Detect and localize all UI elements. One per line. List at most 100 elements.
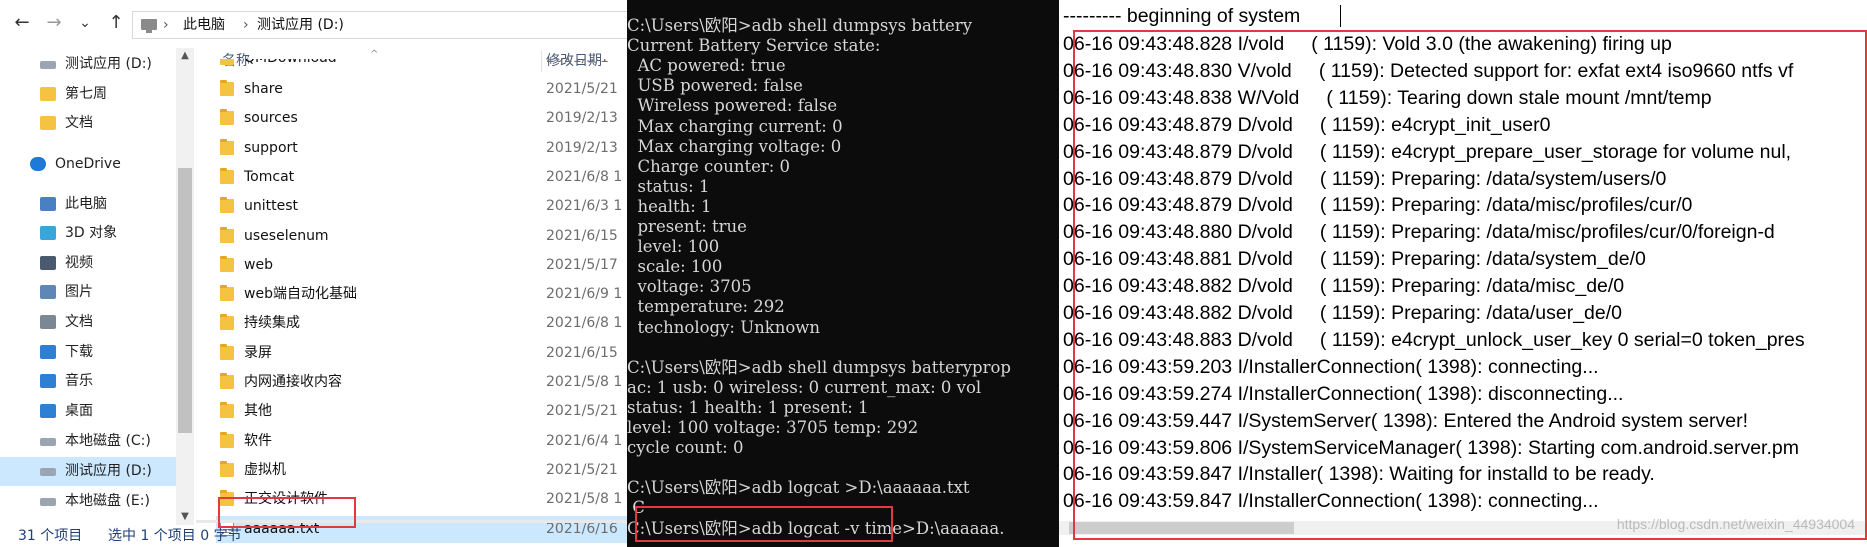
- sidebar-item[interactable]: OneDrive: [0, 150, 176, 179]
- sidebar-item[interactable]: 本地磁盘 (C:): [0, 427, 176, 456]
- scrollbar-thumb[interactable]: [1069, 522, 1294, 534]
- file-row[interactable]: QMDownload 2021/5/1: [216, 59, 627, 77]
- console-line: scale: 100: [627, 257, 723, 277]
- file-row[interactable]: share 2021/5/21: [216, 76, 627, 103]
- scroll-down-arrow-icon[interactable]: ▼: [176, 509, 194, 525]
- breadcrumb-this-pc[interactable]: 此电脑: [183, 12, 225, 38]
- file-list-horizontal-scrollbar[interactable]: [196, 520, 627, 523]
- scrollbar-thumb[interactable]: [178, 168, 192, 433]
- drive-icon: [40, 438, 56, 446]
- file-row[interactable]: unittest 2021/6/3 1: [216, 193, 627, 220]
- file-modified-date: 2021/6/4 1: [546, 432, 623, 449]
- file-row[interactable]: 录屏 2021/6/15: [216, 340, 627, 367]
- sidebar-item[interactable]: 下载: [0, 338, 176, 367]
- file-row[interactable]: Tomcat 2021/6/8 1: [216, 164, 627, 191]
- file-row[interactable]: 持续集成 2021/6/8 1: [216, 310, 627, 337]
- sidebar-item[interactable]: 测试应用 (D:): [0, 50, 176, 79]
- log-line: 06-16 09:43:48.879 D/vold ( 1159): e4cry…: [1063, 113, 1551, 136]
- file-row[interactable]: web 2021/5/17: [216, 252, 627, 279]
- folder-icon: [220, 490, 234, 507]
- sidebar-item[interactable]: 音乐: [0, 367, 176, 396]
- folder-icon: [220, 402, 234, 419]
- drive-icon: [40, 61, 56, 69]
- item-count: 31 个项目: [18, 528, 83, 544]
- file-modified-date: 2019/2/13: [546, 110, 618, 127]
- console-line: status: 1: [627, 176, 710, 196]
- sidebar-item-label: OneDrive: [55, 156, 121, 172]
- sidebar-item-label: 本地磁盘 (E:): [65, 493, 150, 509]
- watermark: https://blog.csdn.net/weixin_44934004: [1616, 516, 1855, 532]
- sidebar-item-label: 文档: [65, 314, 93, 330]
- file-modified-date: 2021/5/21: [546, 403, 618, 420]
- sidebar-item[interactable]: 文档: [0, 109, 176, 138]
- console-line: present: true: [627, 217, 747, 236]
- file-row[interactable]: 虚拟机 2021/5/21: [216, 457, 627, 484]
- sidebar-item[interactable]: 文档: [0, 308, 176, 337]
- sidebar-item-label: 本地磁盘 (C:): [65, 433, 151, 449]
- file-name: QMDownload: [244, 59, 337, 72]
- folder-icon: [220, 343, 234, 360]
- sidebar-item-label: 视频: [65, 255, 93, 271]
- forward-button[interactable]: →: [42, 10, 66, 36]
- breadcrumb-drive-d[interactable]: 测试应用 (D:): [257, 12, 344, 38]
- console-line: voltage: 3705: [627, 277, 752, 297]
- file-row[interactable]: sources 2019/2/13: [216, 105, 627, 132]
- sidebar-item[interactable]: 本地磁盘 (E:): [0, 487, 176, 516]
- download-icon: [40, 345, 56, 359]
- sidebar-item-label: 测试应用 (D:): [65, 463, 152, 479]
- console-line: Max charging voltage: 0: [627, 136, 842, 156]
- console-line: technology: Unknown: [627, 317, 821, 337]
- back-button[interactable]: ←: [10, 10, 34, 36]
- console-line: C: [627, 498, 645, 518]
- text-caret: [1340, 5, 1341, 27]
- file-row[interactable]: 软件 2021/6/4 1: [216, 428, 627, 455]
- file-name: 其他: [244, 403, 272, 420]
- address-field[interactable]: › 此电脑 › 测试应用 (D:): [132, 11, 627, 39]
- console-line: Max charging current: 0: [627, 116, 843, 136]
- sidebar-item[interactable]: 图片: [0, 278, 176, 307]
- sidebar-item[interactable]: 第七周: [0, 80, 176, 109]
- sidebar-item[interactable]: 3D 对象: [0, 219, 176, 248]
- command-prompt-window[interactable]: C:\Users\欧阳>adb shell dumpsys battery Cur…: [627, 0, 1059, 547]
- sidebar-item[interactable]: 此电脑: [0, 190, 176, 219]
- folder-icon: [220, 226, 234, 243]
- breadcrumb-separator: ›: [243, 17, 249, 33]
- up-button[interactable]: ↑: [104, 10, 128, 36]
- file-row[interactable]: useselenum 2021/6/15: [216, 223, 627, 250]
- file-row[interactable]: web端自动化基础 2021/6/9 1: [216, 281, 627, 308]
- folder-icon: [220, 59, 234, 65]
- address-bar-row: ← → ⌄ ↑ › 此电脑 › 测试应用 (D:): [0, 0, 627, 48]
- log-line: 06-16 09:43:48.880 D/vold ( 1159): Prepa…: [1063, 221, 1775, 244]
- sidebar-item[interactable]: 视频: [0, 249, 176, 278]
- recent-locations-dropdown[interactable]: ⌄: [73, 10, 97, 36]
- file-row[interactable]: support 2019/2/13: [216, 135, 627, 162]
- console-line: level: 100 voltage: 3705 temp: 292: [627, 418, 919, 437]
- log-line: 06-16 09:43:59.274 I/InstallerConnection…: [1063, 382, 1624, 405]
- file-modified-date: 2021/6/9 1: [546, 286, 623, 303]
- console-line: Current Battery Service state:: [627, 36, 881, 56]
- music-icon: [40, 374, 56, 388]
- sidebar-item[interactable]: 测试应用 (D:): [0, 457, 176, 486]
- folder-icon: [40, 116, 56, 130]
- folder-icon: [40, 87, 56, 101]
- pictures-icon: [40, 285, 56, 299]
- log-text-viewer[interactable]: --------- beginning of system 06-16 09:4…: [1059, 0, 1867, 547]
- file-row[interactable]: 其他 2021/5/21: [216, 398, 627, 425]
- log-header-line: --------- beginning of system: [1063, 5, 1301, 27]
- file-name: 软件: [244, 432, 272, 449]
- file-name: 正交设计软件: [244, 491, 328, 508]
- log-line: 06-16 09:43:48.883 D/vold ( 1159): e4cry…: [1063, 328, 1805, 351]
- navigation-scrollbar[interactable]: ▲ ▼: [176, 48, 194, 525]
- sidebar-item[interactable]: 桌面: [0, 397, 176, 426]
- file-row[interactable]: 内网通接收内容 2021/5/8 1: [216, 369, 627, 396]
- sidebar-item-label: 图片: [65, 284, 93, 300]
- scroll-up-arrow-icon[interactable]: ▲: [176, 48, 194, 64]
- log-line: 06-16 09:43:48.879 D/vold ( 1159): Prepa…: [1063, 167, 1667, 190]
- file-row[interactable]: 正交设计软件 2021/5/8 1: [216, 486, 627, 513]
- file-modified-date: 2021/6/15: [546, 344, 618, 361]
- log-line: 06-16 09:43:48.882 D/vold ( 1159): Prepa…: [1063, 275, 1625, 298]
- log-line: 06-16 09:43:48.830 V/vold ( 1159): Detec…: [1063, 59, 1794, 82]
- log-line: 06-16 09:43:48.838 W/Vold ( 1159): Teari…: [1063, 86, 1712, 109]
- file-modified-date: 2021/5/8 1: [546, 491, 623, 508]
- desktop-icon: [40, 404, 56, 418]
